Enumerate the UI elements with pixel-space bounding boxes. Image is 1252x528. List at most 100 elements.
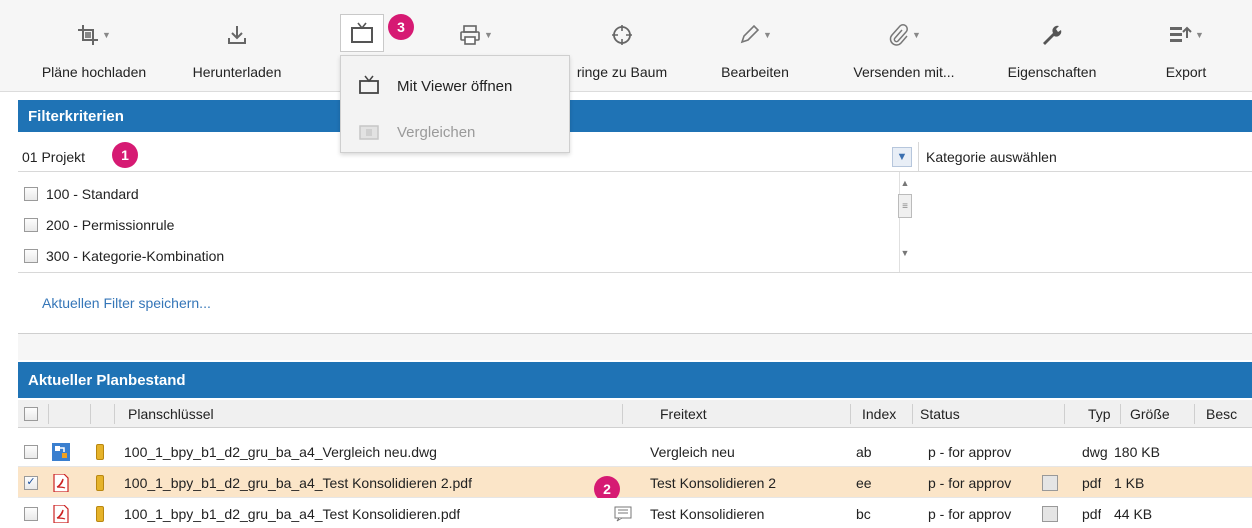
column-header-key[interactable]: Planschlüssel — [128, 400, 214, 428]
note-icon[interactable] — [1042, 474, 1058, 491]
column-header-type[interactable]: Typ — [1088, 400, 1111, 428]
menu-item-label: Mit Viewer öffnen — [397, 77, 513, 95]
checkbox[interactable] — [24, 249, 38, 263]
row-size: 44 KB — [1114, 505, 1153, 522]
paperclip-icon — [887, 24, 909, 46]
pdf-file-icon — [52, 467, 70, 498]
note-icon[interactable] — [1042, 505, 1058, 522]
step-badge-3: 3 — [388, 14, 414, 40]
download-icon — [226, 24, 248, 46]
toolbar-label: Pläne hochladen — [41, 64, 147, 80]
chevron-down-icon: ▼ — [102, 30, 111, 40]
column-header-size[interactable]: Größe — [1130, 400, 1170, 428]
row-key: 100_1_bpy_b1_d2_gru_ba_a4_Test Konsolidi… — [124, 474, 472, 491]
table-row[interactable]: 100_1_bpy_b1_d2_gru_ba_a4_Test Konsolidi… — [18, 498, 1252, 528]
project-value: 01 Projekt — [22, 149, 86, 165]
plans-panel-title: Aktueller Planbestand — [28, 371, 186, 389]
pdf-file-icon — [52, 498, 70, 528]
column-header-text[interactable]: Freitext — [660, 400, 707, 428]
category-select[interactable]: Kategorie auswählen — [926, 142, 1057, 172]
toolbar-label: Bearbeiten — [721, 64, 789, 80]
upload-plans-button[interactable]: ▼ Pläne hochladen — [42, 14, 146, 86]
table-row-selected[interactable]: ✓ 100_1_bpy_b1_d2_gru_ba_a4_Test Konsoli… — [18, 467, 1252, 498]
step-badge-1: 1 — [112, 142, 138, 168]
filter-footer: Aktuellen Filter speichern... — [18, 272, 1252, 334]
status-light-icon — [96, 443, 104, 460]
viewer-icon — [358, 75, 380, 98]
dwg-file-icon — [52, 436, 70, 467]
toolbar-label: Eigenschaften — [1007, 64, 1097, 80]
checkbox[interactable] — [24, 187, 38, 201]
scroll-up-icon[interactable]: ▲ — [896, 178, 914, 188]
export-icon — [1168, 24, 1192, 46]
send-with-button[interactable]: ▼ Versenden mit... — [853, 14, 955, 86]
column-header-extra[interactable]: Besc — [1206, 400, 1237, 428]
status-light-icon — [96, 474, 104, 491]
row-status: p - for approv — [928, 505, 1012, 522]
scrollbar[interactable]: ▲ ≡ ▼ — [896, 178, 914, 270]
download-button[interactable]: Herunterladen — [193, 14, 281, 86]
chevron-down-icon: ▼ — [484, 30, 493, 40]
status-light-icon — [96, 505, 104, 522]
chevron-down-icon[interactable]: ▼ — [892, 147, 912, 167]
pencil-icon — [738, 24, 760, 46]
row-text: Vergleich neu — [650, 443, 735, 460]
filter-project-row: 01 Projekt ▼ Kategorie auswählen — [18, 142, 1252, 172]
comment-icon[interactable] — [614, 498, 632, 528]
menu-item-open-with-viewer[interactable]: Mit Viewer öffnen — [341, 66, 569, 106]
row-text: Test Konsolidieren 2 — [650, 474, 777, 491]
export-button[interactable]: ▼ Export — [1156, 14, 1216, 86]
row-key: 100_1_bpy_b1_d2_gru_ba_a4_Vergleich neu.… — [124, 443, 437, 460]
panel-gap — [18, 334, 1252, 360]
save-filter-link[interactable]: Aktuellen Filter speichern... — [42, 295, 211, 311]
column-header-index[interactable]: Index — [862, 400, 896, 428]
row-status: p - for approv — [928, 443, 1012, 460]
category-list: 100 - Standard 200 - Permissionrule 300 … — [18, 172, 912, 272]
table-row[interactable]: 100_1_bpy_b1_d2_gru_ba_a4_Vergleich neu.… — [18, 436, 1252, 467]
table-header: Planschlüssel Freitext Index Status Typ … — [18, 400, 1252, 428]
category-label: 300 - Kategorie-Kombination — [46, 248, 225, 264]
row-type: dwg — [1082, 443, 1108, 460]
viewer-icon — [350, 22, 374, 47]
select-all-checkbox[interactable] — [24, 400, 38, 428]
menu-item-label: Vergleichen — [397, 123, 476, 141]
row-text: Test Konsolidieren — [650, 505, 765, 522]
compare-icon — [358, 121, 380, 144]
properties-button[interactable]: Eigenschaften — [1002, 14, 1102, 86]
assign-to-tree-button[interactable]: ringe zu Baum — [572, 14, 672, 86]
divider — [918, 142, 919, 172]
row-checkbox[interactable]: ✓ — [24, 475, 38, 490]
chevron-down-icon: ▼ — [1195, 30, 1204, 40]
printer-icon — [459, 24, 481, 46]
list-item[interactable]: 100 - Standard — [24, 180, 139, 208]
row-index: ab — [856, 443, 872, 460]
category-label: 200 - Permissionrule — [46, 217, 175, 233]
row-index: ee — [856, 474, 872, 491]
wrench-icon — [1040, 24, 1064, 46]
scroll-down-icon[interactable]: ▼ — [896, 248, 914, 258]
edit-button[interactable]: ▼ Bearbeiten — [714, 14, 796, 86]
filter-panel-header: Filterkriterien — [18, 100, 1252, 132]
viewer-dropdown-menu: Mit Viewer öffnen Vergleichen — [340, 55, 570, 153]
category-label: 100 - Standard — [46, 186, 139, 202]
column-header-status[interactable]: Status — [920, 400, 960, 428]
toolbar: ▼ Pläne hochladen Herunterladen 3 ▼ ring… — [0, 0, 1252, 92]
chevron-down-icon: ▼ — [912, 30, 921, 40]
toolbar-label: Export — [1165, 64, 1207, 80]
target-icon — [611, 24, 633, 46]
crop-icon — [77, 24, 99, 46]
row-checkbox[interactable] — [24, 506, 38, 521]
row-status: p - for approv — [928, 474, 1012, 491]
row-checkbox[interactable] — [24, 444, 38, 459]
list-item[interactable]: 300 - Kategorie-Kombination — [24, 242, 224, 270]
scroll-thumb[interactable]: ≡ — [898, 194, 912, 218]
list-item[interactable]: 200 - Permissionrule — [24, 211, 174, 239]
category-placeholder: Kategorie auswählen — [926, 149, 1057, 165]
checkbox[interactable] — [24, 218, 38, 232]
project-select[interactable]: 01 Projekt — [18, 142, 85, 172]
menu-item-compare[interactable]: Vergleichen — [341, 112, 569, 152]
viewer-menu-button[interactable] — [340, 14, 384, 52]
row-index: bc — [856, 505, 871, 522]
filter-panel-title: Filterkriterien — [28, 107, 124, 125]
row-size: 1 KB — [1114, 474, 1145, 491]
